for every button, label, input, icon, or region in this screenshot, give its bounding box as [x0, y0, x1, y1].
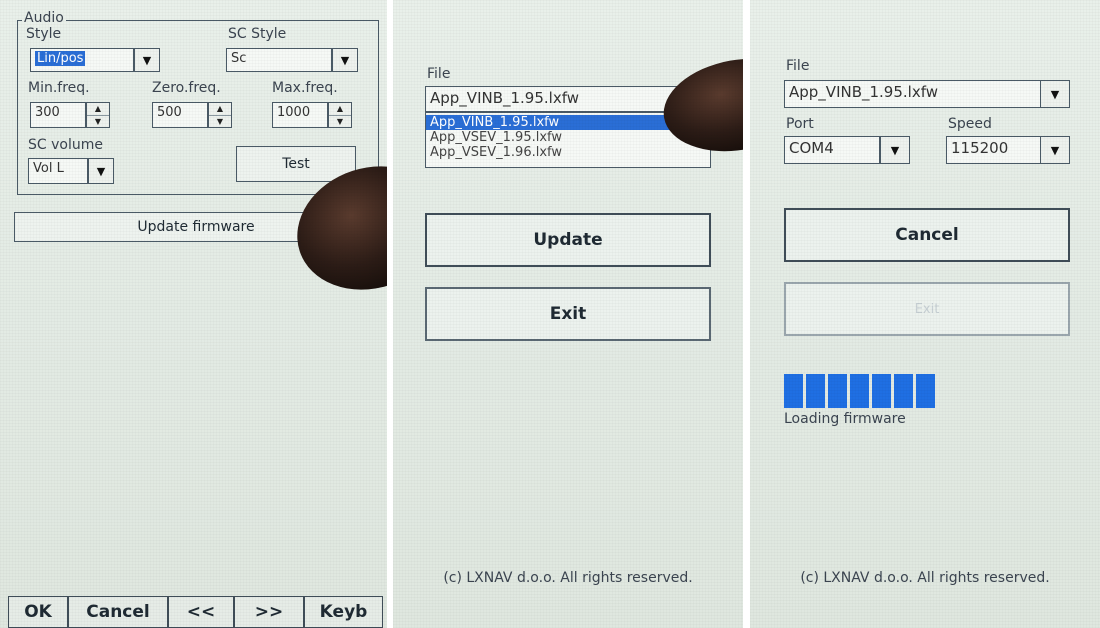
keyboard-button[interactable]: Keyb [304, 596, 383, 628]
update-button[interactable]: Update [425, 213, 711, 267]
progress-block [850, 374, 869, 408]
chevron-down-icon[interactable]: ▼ [1040, 80, 1070, 108]
chevron-down-icon[interactable]: ▼ [880, 136, 910, 164]
sc-style-select[interactable]: Sc [226, 48, 332, 72]
progress-block [828, 374, 847, 408]
style-select[interactable]: Lin/pos [30, 48, 134, 72]
max-freq-spinner-icon[interactable]: ▲ ▼ [328, 102, 352, 128]
port-label: Port [786, 116, 814, 132]
speed-select[interactable]: 115200 [946, 136, 1044, 164]
chevron-down-icon[interactable]: ▼ [134, 48, 160, 72]
cancel-button[interactable]: Cancel [68, 596, 168, 628]
firmware-select-panel: File App_VINB_1.95.lxfw App_VINB_1.95.lx… [393, 0, 743, 628]
file-label: File [786, 58, 810, 74]
max-freq-label: Max.freq. [272, 80, 338, 96]
progress-block [872, 374, 891, 408]
next-button[interactable]: >> [234, 596, 304, 628]
chevron-down-icon[interactable]: ▼ [1040, 136, 1070, 164]
ok-button[interactable]: OK [8, 596, 68, 628]
copyright-text: (c) LXNAV d.o.o. All rights reserved. [800, 570, 1050, 586]
zero-freq-label: Zero.freq. [152, 80, 221, 96]
exit-button: Exit [784, 282, 1070, 336]
bottom-button-bar: OK Cancel << >> Keyb [8, 596, 383, 628]
firmware-update-progress-panel: File App_VINB_1.95.lxfw ▼ Port COM4 ▼ Sp… [750, 0, 1100, 628]
previous-button[interactable]: << [168, 596, 234, 628]
progress-block [784, 374, 803, 408]
min-freq-label: Min.freq. [28, 80, 90, 96]
speed-label: Speed [948, 116, 992, 132]
port-select[interactable]: COM4 [784, 136, 880, 164]
max-freq-input[interactable]: 1000 [272, 102, 328, 128]
sc-style-label: SC Style [228, 26, 287, 42]
copyright-text: (c) LXNAV d.o.o. All rights reserved. [443, 570, 693, 586]
style-label: Style [26, 26, 62, 42]
sc-volume-label: SC volume [28, 137, 103, 153]
zero-freq-spinner-icon[interactable]: ▲ ▼ [208, 102, 232, 128]
status-text: Loading firmware [784, 411, 906, 427]
audio-group-title: Audio [22, 10, 66, 26]
chevron-down-icon[interactable]: ▼ [88, 158, 114, 184]
progress-block [806, 374, 825, 408]
progress-bar [784, 374, 935, 408]
file-label: File [427, 66, 451, 82]
progress-block [916, 374, 935, 408]
file-select[interactable]: App_VINB_1.95.lxfw [784, 80, 1044, 108]
audio-settings-panel: Audio Style Lin/pos ▼ SC Style Sc ▼ Min.… [0, 0, 387, 628]
style-value: Lin/pos [35, 51, 86, 66]
progress-block [894, 374, 913, 408]
cancel-button[interactable]: Cancel [784, 208, 1070, 262]
file-option[interactable]: App_VSEV_1.96.lxfw [426, 145, 710, 160]
file-option[interactable]: App_VSEV_1.95.lxfw [426, 130, 710, 145]
min-freq-input[interactable]: 300 [30, 102, 86, 128]
exit-button[interactable]: Exit [425, 287, 711, 341]
zero-freq-input[interactable]: 500 [152, 102, 208, 128]
min-freq-spinner-icon[interactable]: ▲ ▼ [86, 102, 110, 128]
chevron-down-icon[interactable]: ▼ [332, 48, 358, 72]
sc-volume-select[interactable]: Vol L [28, 158, 88, 184]
